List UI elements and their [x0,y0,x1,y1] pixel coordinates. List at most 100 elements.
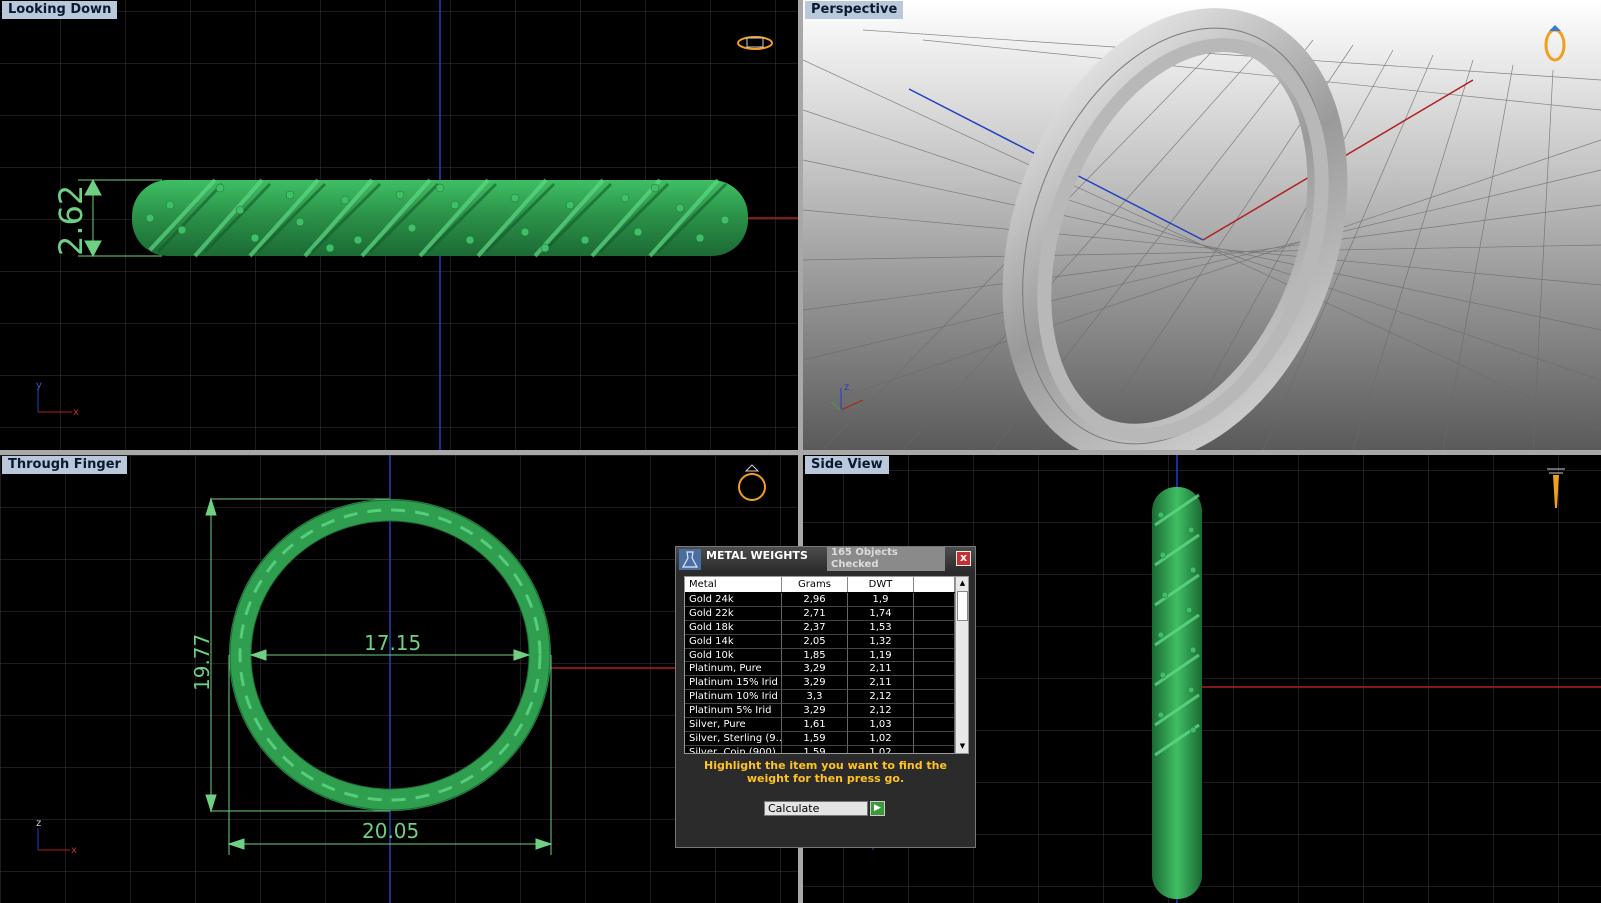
blank-cell [914,634,955,649]
grams-cell: 2,37 [782,620,848,635]
metal-cell: Gold 22k [685,606,782,621]
dialog-title-bar[interactable]: METAL WEIGHTS 165 Objects Checked x [676,547,975,571]
dwt-cell: 2,11 [848,662,914,677]
dwt-cell: 1,74 [848,606,914,621]
metal-cell: Gold 24k [685,593,782,607]
metal-cell: Silver, Sterling (9... [685,731,782,746]
outer-width-label: 20.05 [362,819,420,843]
dwt-cell: 1,02 [848,731,914,746]
instruction-text: Highlight the item you want to find the … [704,759,947,785]
scroll-up-arrow-icon[interactable]: ▲ [956,577,968,589]
table-row[interactable]: Gold 14k 2,05 1,32 [685,634,955,649]
dwt-cell: 1,02 [848,745,914,753]
metal-cell: Platinum 10% Irid [685,690,782,705]
table-row[interactable]: Silver, Sterling (9... 1,59 1,02 [685,731,955,746]
metal-cell: Gold 18k [685,620,782,635]
play-arrow-icon: ▶ [874,803,881,813]
dwt-cell: 1,53 [848,620,914,635]
ring-side-view [1152,487,1202,899]
metal-cell: Gold 10k [685,648,782,663]
viewport-perspective[interactable]: Perspective z [803,0,1601,450]
dwt-cell: 2,12 [848,704,914,719]
grams-cell: 1,59 [782,731,848,746]
metal-weights-dialog[interactable]: METAL WEIGHTS 165 Objects Checked x Meta… [675,546,976,848]
axis-x-label: x [71,845,77,856]
go-button[interactable]: ▶ [870,801,885,816]
viewport-label[interactable]: Perspective [805,1,904,19]
table-row[interactable]: Gold 18k 2,37 1,53 [685,620,955,635]
dialog-title: METAL WEIGHTS [706,549,808,562]
blank-cell [914,690,955,705]
metal-cell: Gold 14k [685,634,782,649]
blank-cell [914,676,955,691]
scroll-thumb[interactable] [957,591,968,621]
calculate-dropdown[interactable]: Calculate [764,801,868,816]
viewport-canvas[interactable]: z [803,0,1601,450]
blank-cell [914,745,955,753]
table-row[interactable]: Gold 24k 2,96 1,9 [685,593,955,607]
ring-band-top-view [132,178,748,258]
table-row[interactable]: Platinum 10% Irid 3,3 2,12 [685,690,955,705]
column-header-grams[interactable]: Grams [782,577,848,592]
grams-cell: 2,96 [782,593,848,607]
scroll-down-arrow-icon[interactable]: ▼ [956,740,968,752]
table-row[interactable]: Gold 22k 2,71 1,74 [685,606,955,621]
column-header-dwt[interactable]: DWT [848,577,914,592]
grams-cell: 3,3 [782,690,848,705]
inner-diameter-label: 17.15 [364,631,422,655]
axis-z-label: z [36,818,41,829]
table-header: Metal Grams DWT [685,577,955,592]
blank-cell [914,648,955,663]
axis-z-label: z [844,382,849,393]
grams-cell: 1,61 [782,718,848,732]
metal-cell: Platinum 5% Irid [685,704,782,719]
metal-cell: Platinum 15% Irid [685,676,782,691]
metal-cell: Silver, Pure [685,718,782,732]
grams-cell: 1,85 [782,648,848,663]
outer-height-label: 19.77 [190,633,214,691]
table-row[interactable]: Silver, Pure 1,61 1,03 [685,718,955,732]
blank-cell [914,620,955,635]
grams-cell: 3,29 [782,676,848,691]
viewport-looking-down[interactable]: Looking Down y x 2.62 [0,0,798,450]
table-body: Gold 24k 2,96 1,9 Gold 22k 2,71 1,74 Gold 18… [685,593,955,753]
table-row[interactable]: Silver, Coin (900) 1,59 1,02 [685,745,955,753]
blank-cell [914,606,955,621]
column-header-blank [914,577,955,592]
objects-checked-status: 165 Objects Checked [827,547,945,571]
grams-cell: 3,29 [782,662,848,677]
viewport-label[interactable]: Side View [805,456,889,474]
table-scrollbar[interactable]: ▲ ▼ [955,577,968,753]
blank-cell [914,718,955,732]
column-header-metal[interactable]: Metal [685,577,782,592]
metal-weights-table[interactable]: Metal Grams DWT Gold 24k 2,96 1,9 Gold 22k… [684,576,969,754]
blank-cell [914,731,955,746]
dwt-cell: 2,12 [848,690,914,705]
blank-cell [914,593,955,607]
blank-cell [914,662,955,677]
close-button[interactable]: x [956,551,971,566]
dwt-cell: 2,11 [848,676,914,691]
dwt-cell: 1,19 [848,648,914,663]
viewport-canvas[interactable]: y x [0,0,798,450]
grams-cell: 3,29 [782,704,848,719]
flask-icon [679,549,701,570]
table-row[interactable]: Platinum 15% Irid 3,29 2,11 [685,676,955,691]
table-row[interactable]: Gold 10k 1,85 1,19 [685,648,955,663]
blank-cell [914,704,955,719]
viewport-label[interactable]: Through Finger [2,456,127,474]
dwt-cell: 1,32 [848,634,914,649]
axis-x-label: x [73,407,79,418]
grams-cell: 2,05 [782,634,848,649]
metal-cell: Silver, Coin (900) [685,745,782,753]
dwt-cell: 1,03 [848,718,914,732]
height-dimension-label: 2.62 [52,184,90,256]
viewport-label[interactable]: Looking Down [2,1,118,19]
grams-cell: 1,59 [782,745,848,753]
axis-y-label: y [36,380,42,391]
table-row[interactable]: Platinum 5% Irid 3,29 2,12 [685,704,955,719]
grams-cell: 2,71 [782,606,848,621]
table-row[interactable]: Platinum, Pure 3,29 2,11 [685,662,955,677]
metal-cell: Platinum, Pure [685,662,782,677]
dwt-cell: 1,9 [848,593,914,607]
